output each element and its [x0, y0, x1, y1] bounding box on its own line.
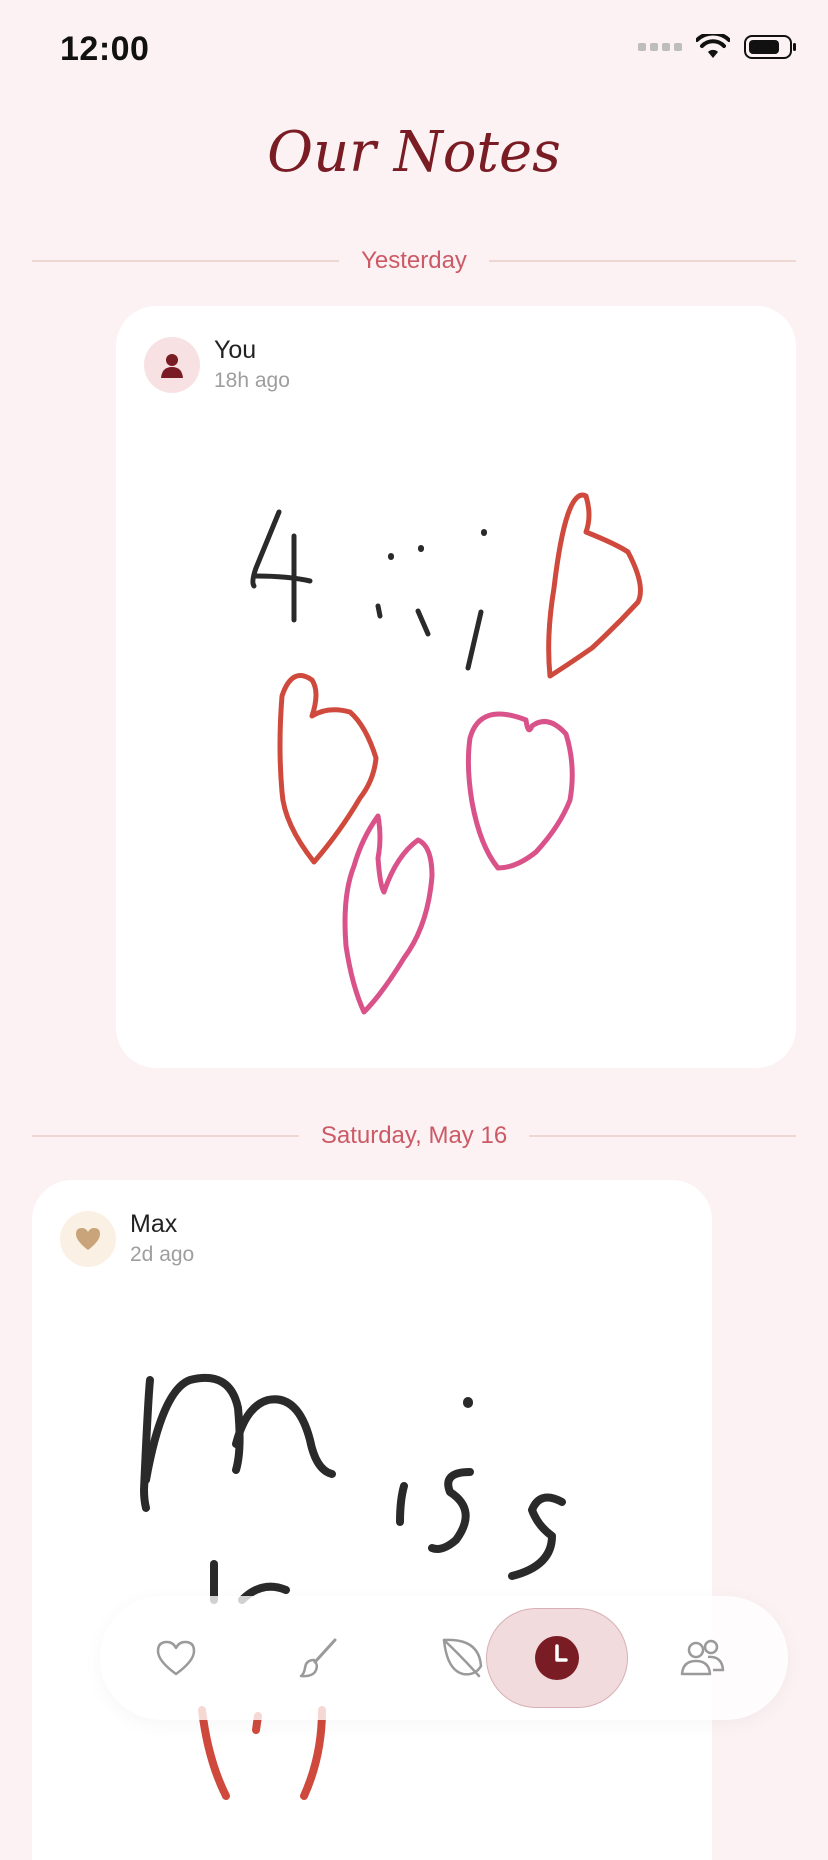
date-label: Saturday, May 16: [320, 1122, 508, 1149]
heart-icon: [76, 1227, 100, 1250]
people-icon: [680, 1639, 725, 1676]
tab-people[interactable]: [631, 1608, 773, 1708]
heart-icon: [156, 1640, 196, 1676]
battery-icon: [744, 35, 796, 59]
note-drawing-lower: [198, 1706, 326, 1800]
note-header: You 18h ago: [144, 336, 290, 393]
note-drawing: [250, 492, 643, 1015]
status-bar: 12:00: [0, 0, 828, 100]
note-card[interactable]: You 18h ago: [116, 306, 796, 1068]
page-title: Our Notes: [267, 120, 561, 185]
note-header: Max 2d ago: [60, 1210, 194, 1267]
status-icons: [638, 34, 798, 60]
brush-icon: [299, 1638, 337, 1678]
avatar: [60, 1210, 116, 1267]
wifi-icon: [696, 34, 730, 58]
note-timestamp: 18h ago: [214, 369, 290, 392]
date-label: Yesterday: [361, 247, 467, 274]
person-icon: [161, 353, 183, 378]
date-divider: Yesterday: [32, 241, 797, 281]
author-name: You: [214, 336, 257, 364]
note-card[interactable]: Max 2d ago: [32, 1180, 712, 1860]
note-timestamp: 2d ago: [130, 1243, 195, 1266]
author-name: Max: [130, 1210, 178, 1238]
tab-draw[interactable]: [248, 1608, 390, 1708]
tab-history[interactable]: [486, 1608, 628, 1708]
cellular-signal-icon: [638, 43, 682, 51]
avatar: [144, 336, 200, 393]
tab-bar: [100, 1596, 788, 1720]
leaf-icon: [442, 1638, 483, 1678]
status-time: 12:00: [60, 30, 150, 68]
clock-icon: [535, 1636, 579, 1680]
tab-favorites[interactable]: [105, 1608, 247, 1708]
date-divider: Saturday, May 16: [32, 1116, 797, 1156]
